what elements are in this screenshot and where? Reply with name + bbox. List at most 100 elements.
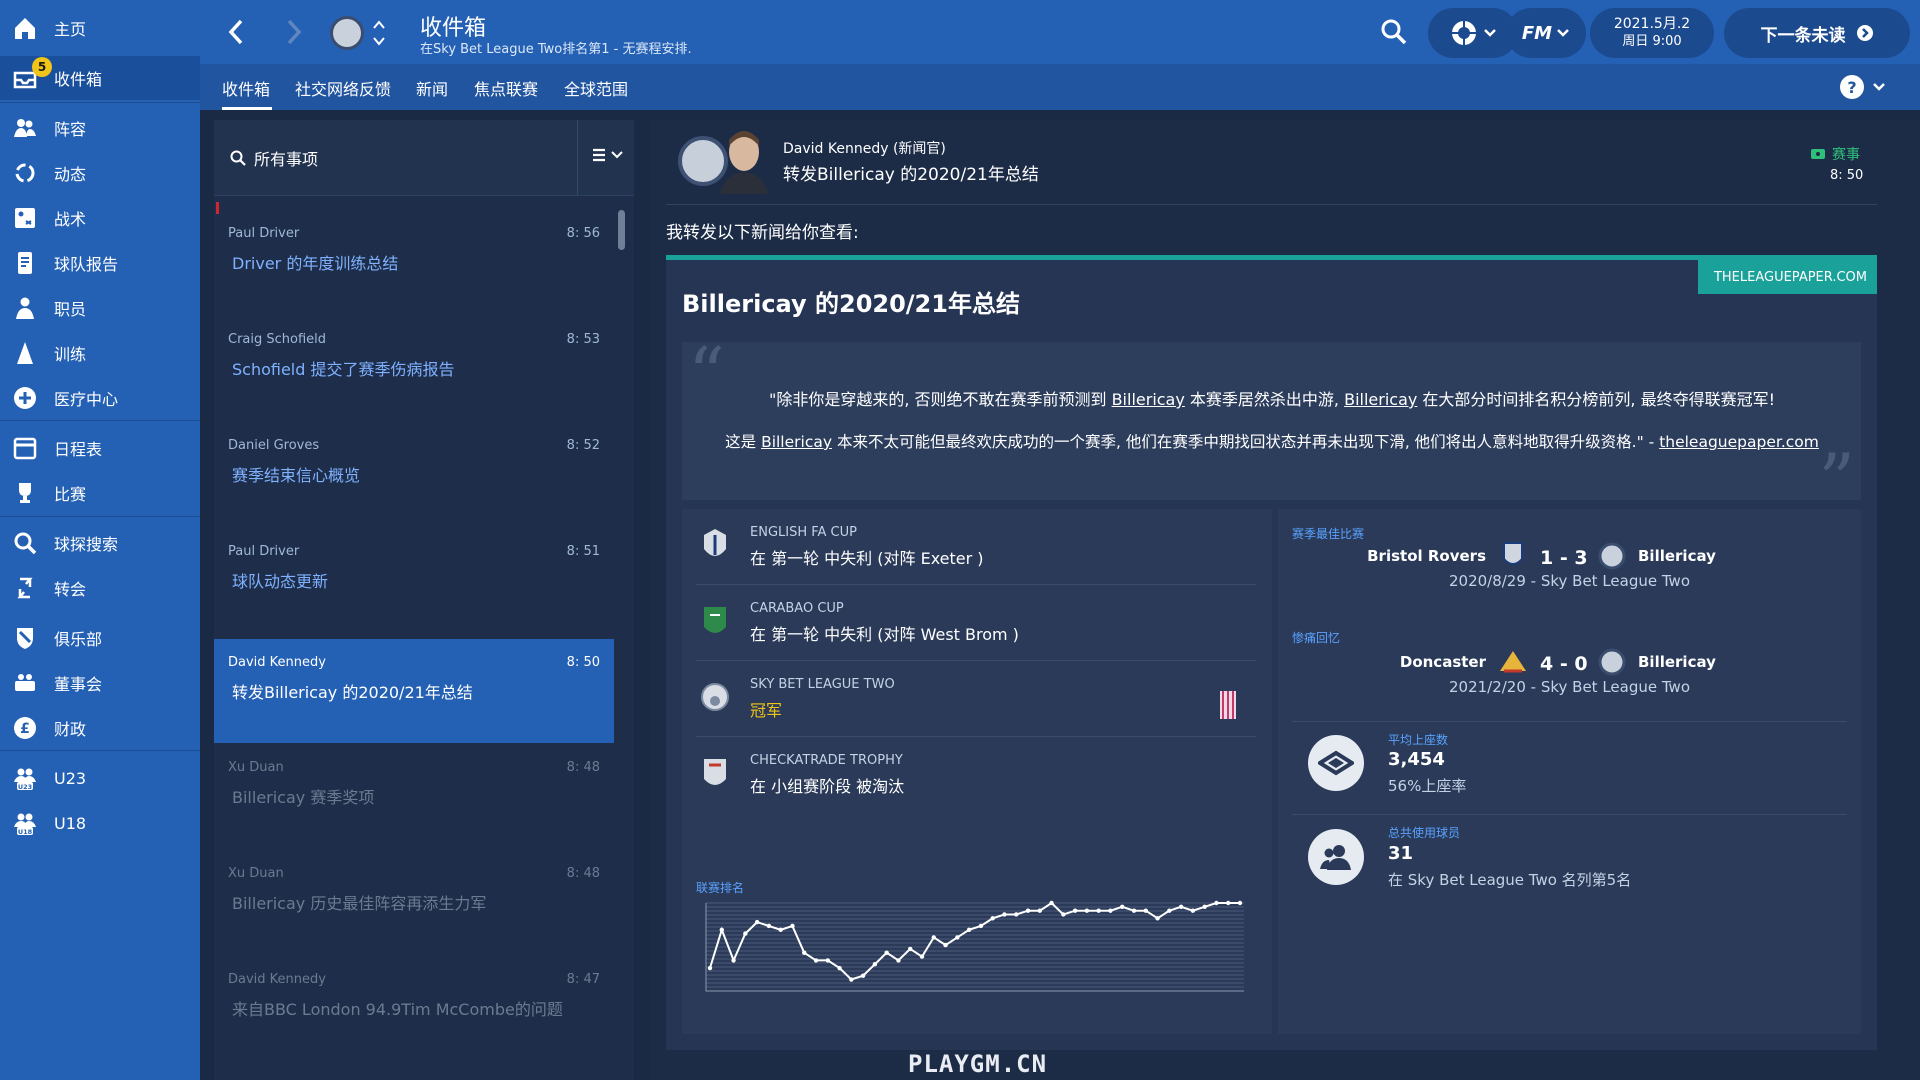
filter-search-button[interactable]: 所有事项 [230, 146, 318, 170]
world-menu-button[interactable] [1428, 8, 1518, 58]
search-button[interactable] [1380, 18, 1410, 48]
back-button[interactable] [220, 14, 252, 50]
competition-row[interactable]: SKY BET LEAGUE TWO 冠军 [696, 661, 1256, 737]
sidebar-item-staff[interactable]: 职员 [0, 286, 200, 330]
forward-button[interactable] [278, 14, 310, 50]
article-title: Billericay 的2020/21年总结 [682, 290, 1020, 318]
scrollbar-thumb[interactable] [618, 210, 625, 250]
sidebar-item-report[interactable]: 球队报告 [0, 241, 200, 285]
position-point [849, 977, 854, 982]
quote-text: 这是 [725, 433, 762, 451]
away-team: Billericay [1638, 653, 1716, 671]
next-unread-button[interactable]: 下一条未读 [1724, 8, 1910, 58]
position-point [1049, 900, 1054, 906]
sidebar-item-label: 董事会 [54, 675, 103, 694]
club-switch-button[interactable] [372, 16, 386, 50]
message-item[interactable]: Craig Schofield 8: 53 Schofield 提交了赛季伤病报告 [214, 316, 614, 420]
doncaster-crest-icon [1500, 651, 1526, 673]
sidebar-item-transfer[interactable]: 转会 [0, 566, 200, 610]
sidebar-item-u18[interactable]: U18 U18 [0, 801, 200, 845]
category-tag: 赛事 [1810, 144, 1860, 164]
position-point [731, 958, 736, 963]
sidebar-item-label: 训练 [54, 345, 87, 364]
quote-text: 本赛季居然杀出中游, [1184, 390, 1345, 409]
message-item[interactable]: Xu Duan 8: 48 Billericay 赛季奖项 [214, 744, 614, 848]
sidebar-item-label: 球探搜索 [54, 535, 119, 554]
divider [1292, 814, 1847, 815]
sidebar-item-board[interactable]: 董事会 [0, 661, 200, 705]
sidebar-item-label: 医疗中心 [54, 390, 119, 409]
list-options-button[interactable] [592, 148, 623, 162]
search-icon [230, 150, 246, 166]
competition-result: 在 小组赛阶段 被淘汰 [750, 777, 905, 796]
message-item[interactable]: David Kennedy 8: 50 转发Billericay 的2020/21年… [214, 639, 614, 743]
sidebar-item-search[interactable]: 球探搜索 [0, 521, 200, 565]
sidebar-item-medical[interactable]: 医疗中心 [0, 376, 200, 420]
quote-text: 本来不太可能但最终欢庆成功的一个赛季, 他们在赛季中期找回状态并再未出现下滑, … [832, 433, 1660, 451]
people-shape-icon [1320, 845, 1351, 870]
sidebar-item-trophy[interactable]: 比赛 [0, 471, 200, 515]
position-point [955, 935, 960, 940]
stadium-icon [1308, 735, 1364, 791]
sidebar-item-label: 转会 [54, 580, 87, 599]
sidebar-item-label: 阵容 [54, 120, 87, 139]
message-item[interactable]: Paul Driver 8: 51 球队动态更新 [214, 528, 614, 632]
chevron-updown-icon [373, 20, 385, 46]
tab-social-feedback[interactable]: 社交网络反馈 [295, 76, 391, 110]
chevron-down-icon [611, 151, 623, 159]
message-item[interactable]: Xu Duan 8: 48 Billericay 历史最佳阵容再添生力军 [214, 850, 614, 954]
competition-logo-icon [700, 603, 730, 643]
players-icon [1308, 829, 1364, 885]
club-crest-icon[interactable] [330, 16, 364, 50]
message-item[interactable]: Paul Driver 8: 56 Driver 的年度训练总结 [214, 210, 614, 314]
sidebar-item-club[interactable]: 俱乐部 [0, 616, 200, 660]
sidebar-item-home[interactable]: 主页 [0, 6, 200, 50]
top-bar: 收件箱 在Sky Bet League Two排名第1 - 无赛程安排. FM … [200, 0, 1920, 64]
date-display[interactable]: 2021.5月.2 周日 9:00 [1590, 8, 1714, 58]
competition-row[interactable]: CARABAO CUP 在 第一轮 中失利 (对阵 West Brom ) [696, 585, 1256, 661]
tab-worldwide[interactable]: 全球范围 [564, 76, 628, 110]
transfer-icon [12, 575, 38, 601]
help-button[interactable]: ? [1840, 75, 1886, 99]
message-item[interactable]: David Kennedy 8: 47 来自BBC London 94.9Tim M… [214, 956, 614, 1060]
sidebar-item-inbox[interactable]: 5 收件箱 [0, 56, 200, 100]
competition-row[interactable]: ENGLISH FA CUP 在 第一轮 中失利 (对阵 Exeter ) [696, 509, 1256, 585]
tab-news[interactable]: 新闻 [416, 76, 448, 110]
message-time: 8: 50 [1830, 168, 1864, 183]
message-subject: Schofield 提交了赛季伤病报告 [232, 360, 455, 379]
worst-match-label: 惨痛回忆 [1292, 631, 1341, 645]
competition-row[interactable]: CHECKATRADE TROPHY 在 小组赛阶段 被淘汰 [696, 737, 1256, 813]
sidebar-item-training[interactable]: 训练 [0, 331, 200, 375]
position-point [802, 950, 807, 955]
tab-focus-leagues[interactable]: 焦点联赛 [474, 76, 538, 110]
attendance-value: 3,454 [1388, 749, 1445, 770]
position-point [707, 965, 713, 971]
sidebar-item-squad[interactable]: 阵容 [0, 106, 200, 150]
position-point [896, 958, 901, 963]
sidebar-item-dynamics[interactable]: 动态 [0, 151, 200, 195]
league-position-chart [705, 900, 1244, 992]
message-item[interactable]: Daniel Groves 8: 52 赛季结束信心概览 [214, 422, 614, 526]
worst-match-info: 2021/2/20 - Sky Bet League Two [1448, 678, 1690, 696]
sidebar-item-calendar[interactable]: 日程表 [0, 426, 200, 470]
quote-paragraph-2: 这是 Billericay 本来不太可能但最终欢庆成功的一个赛季, 他们在赛季中… [692, 430, 1852, 452]
position-point [778, 927, 783, 932]
sidebar-item-finance[interactable]: £ 财政 [0, 706, 200, 750]
fm-menu-button[interactable]: FM [1506, 8, 1586, 58]
home-team: Doncaster [1399, 653, 1486, 671]
next-unread-label: 下一条未读 [1760, 25, 1846, 46]
sidebar-item-u23[interactable]: U23 U23 [0, 756, 200, 800]
position-point [1108, 908, 1113, 913]
sidebar-item-label: 球队报告 [54, 255, 119, 274]
chevron-left-icon [228, 19, 243, 45]
sidebar-item-tactics[interactable]: 战术 [0, 196, 200, 240]
club-link[interactable]: Billericay [761, 433, 832, 451]
tab-inbox[interactable]: 收件箱 [222, 76, 272, 110]
message-subject: 转发Billericay 的2020/21年总结 [232, 683, 473, 702]
dynamics-icon [12, 160, 38, 186]
club-link[interactable]: Billericay [1112, 390, 1185, 409]
help-icon: ? [1840, 75, 1864, 99]
club-link[interactable]: Billericay [1344, 390, 1417, 409]
match-score: 1 - 3 [1540, 547, 1588, 569]
source-link[interactable]: theleaguepaper.com [1659, 433, 1819, 451]
